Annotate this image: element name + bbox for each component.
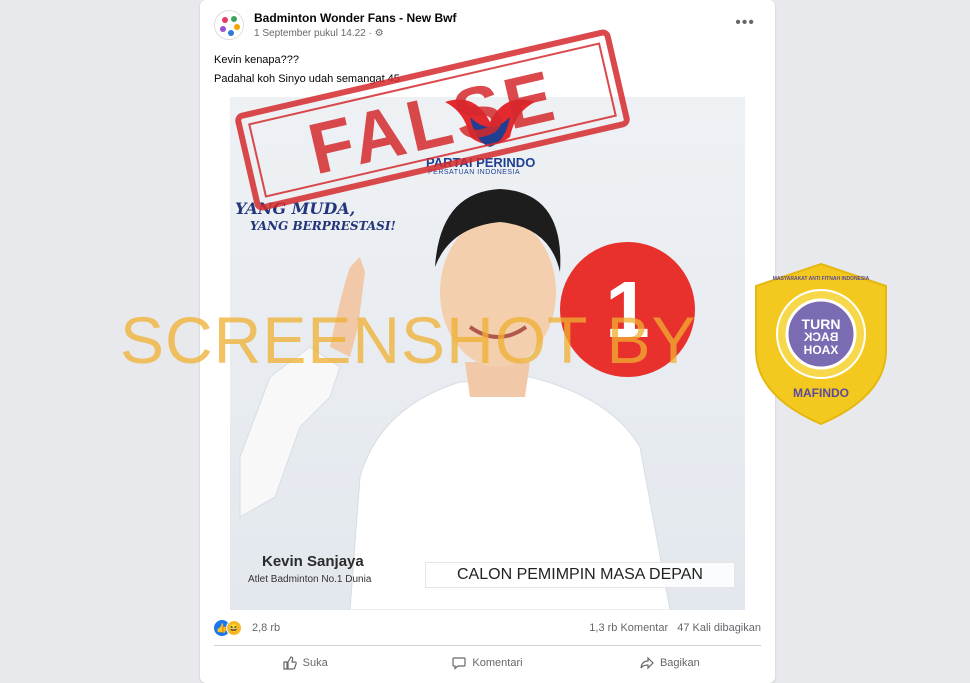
haha-reaction-icon: 😆 — [226, 620, 242, 636]
reaction-count: 2,8 rb — [252, 622, 281, 634]
like-label: Suka — [302, 657, 328, 669]
share-label: Bagikan — [659, 657, 700, 669]
post-meta: 1 September pukul 14.22 · ⚙ — [254, 28, 384, 39]
tagline-box: CALON PEMIMPIN MASA DEPAN — [425, 562, 735, 588]
party-subtitle: PERSATUAN INDONESIA — [428, 169, 521, 176]
comment-button[interactable]: Komentari — [396, 648, 578, 678]
share-button[interactable]: Bagikan — [579, 648, 761, 678]
post-timestamp[interactable]: 1 September pukul 14.22 — [254, 28, 366, 39]
comment-label: Komentari — [472, 657, 523, 669]
candidate-title: Atlet Badminton No.1 Dunia — [248, 574, 372, 585]
share-arrow-icon — [640, 656, 654, 670]
more-options-icon[interactable]: ••• — [735, 14, 755, 32]
slogan-line2: YANG BERPRESTASI! — [250, 219, 396, 233]
post-header: Badminton Wonder Fans - New Bwf 1 Septem… — [200, 0, 775, 48]
badge-line2: BACK — [803, 330, 839, 344]
mafindo-badge: TURN BACK HOAX MAFINDO MASYARAKAT ANTI F… — [752, 262, 890, 426]
post-caption-line1: Kevin kenapa??? — [214, 54, 300, 66]
action-bar: Suka Komentari Bagikan — [214, 648, 761, 678]
engagement-stats: 1,3 rb Komentar 47 Kali dibagikan — [583, 622, 761, 634]
share-count[interactable]: 47 Kali dibagikan — [677, 622, 761, 634]
screenshot-watermark: SCREENSHOT BY — [120, 303, 697, 377]
badge-line3: HOAX — [803, 343, 839, 357]
comment-icon — [452, 657, 467, 670]
page-name-link[interactable]: Badminton Wonder Fans - New Bwf — [254, 11, 456, 25]
divider — [214, 645, 761, 646]
thumbs-up-icon — [283, 656, 297, 670]
badge-org: MAFINDO — [793, 386, 849, 400]
tagline: CALON PEMIMPIN MASA DEPAN — [457, 566, 703, 583]
like-button[interactable]: Suka — [214, 648, 396, 678]
badge-ring-text: MASYARAKAT ANTI FITNAH INDONESIA — [772, 276, 870, 282]
audience-gear-icon: ⚙ — [374, 28, 384, 39]
page-avatar[interactable] — [214, 10, 244, 40]
comment-count[interactable]: 1,3 rb Komentar — [589, 622, 668, 634]
candidate-name: Kevin Sanjaya — [262, 553, 364, 570]
